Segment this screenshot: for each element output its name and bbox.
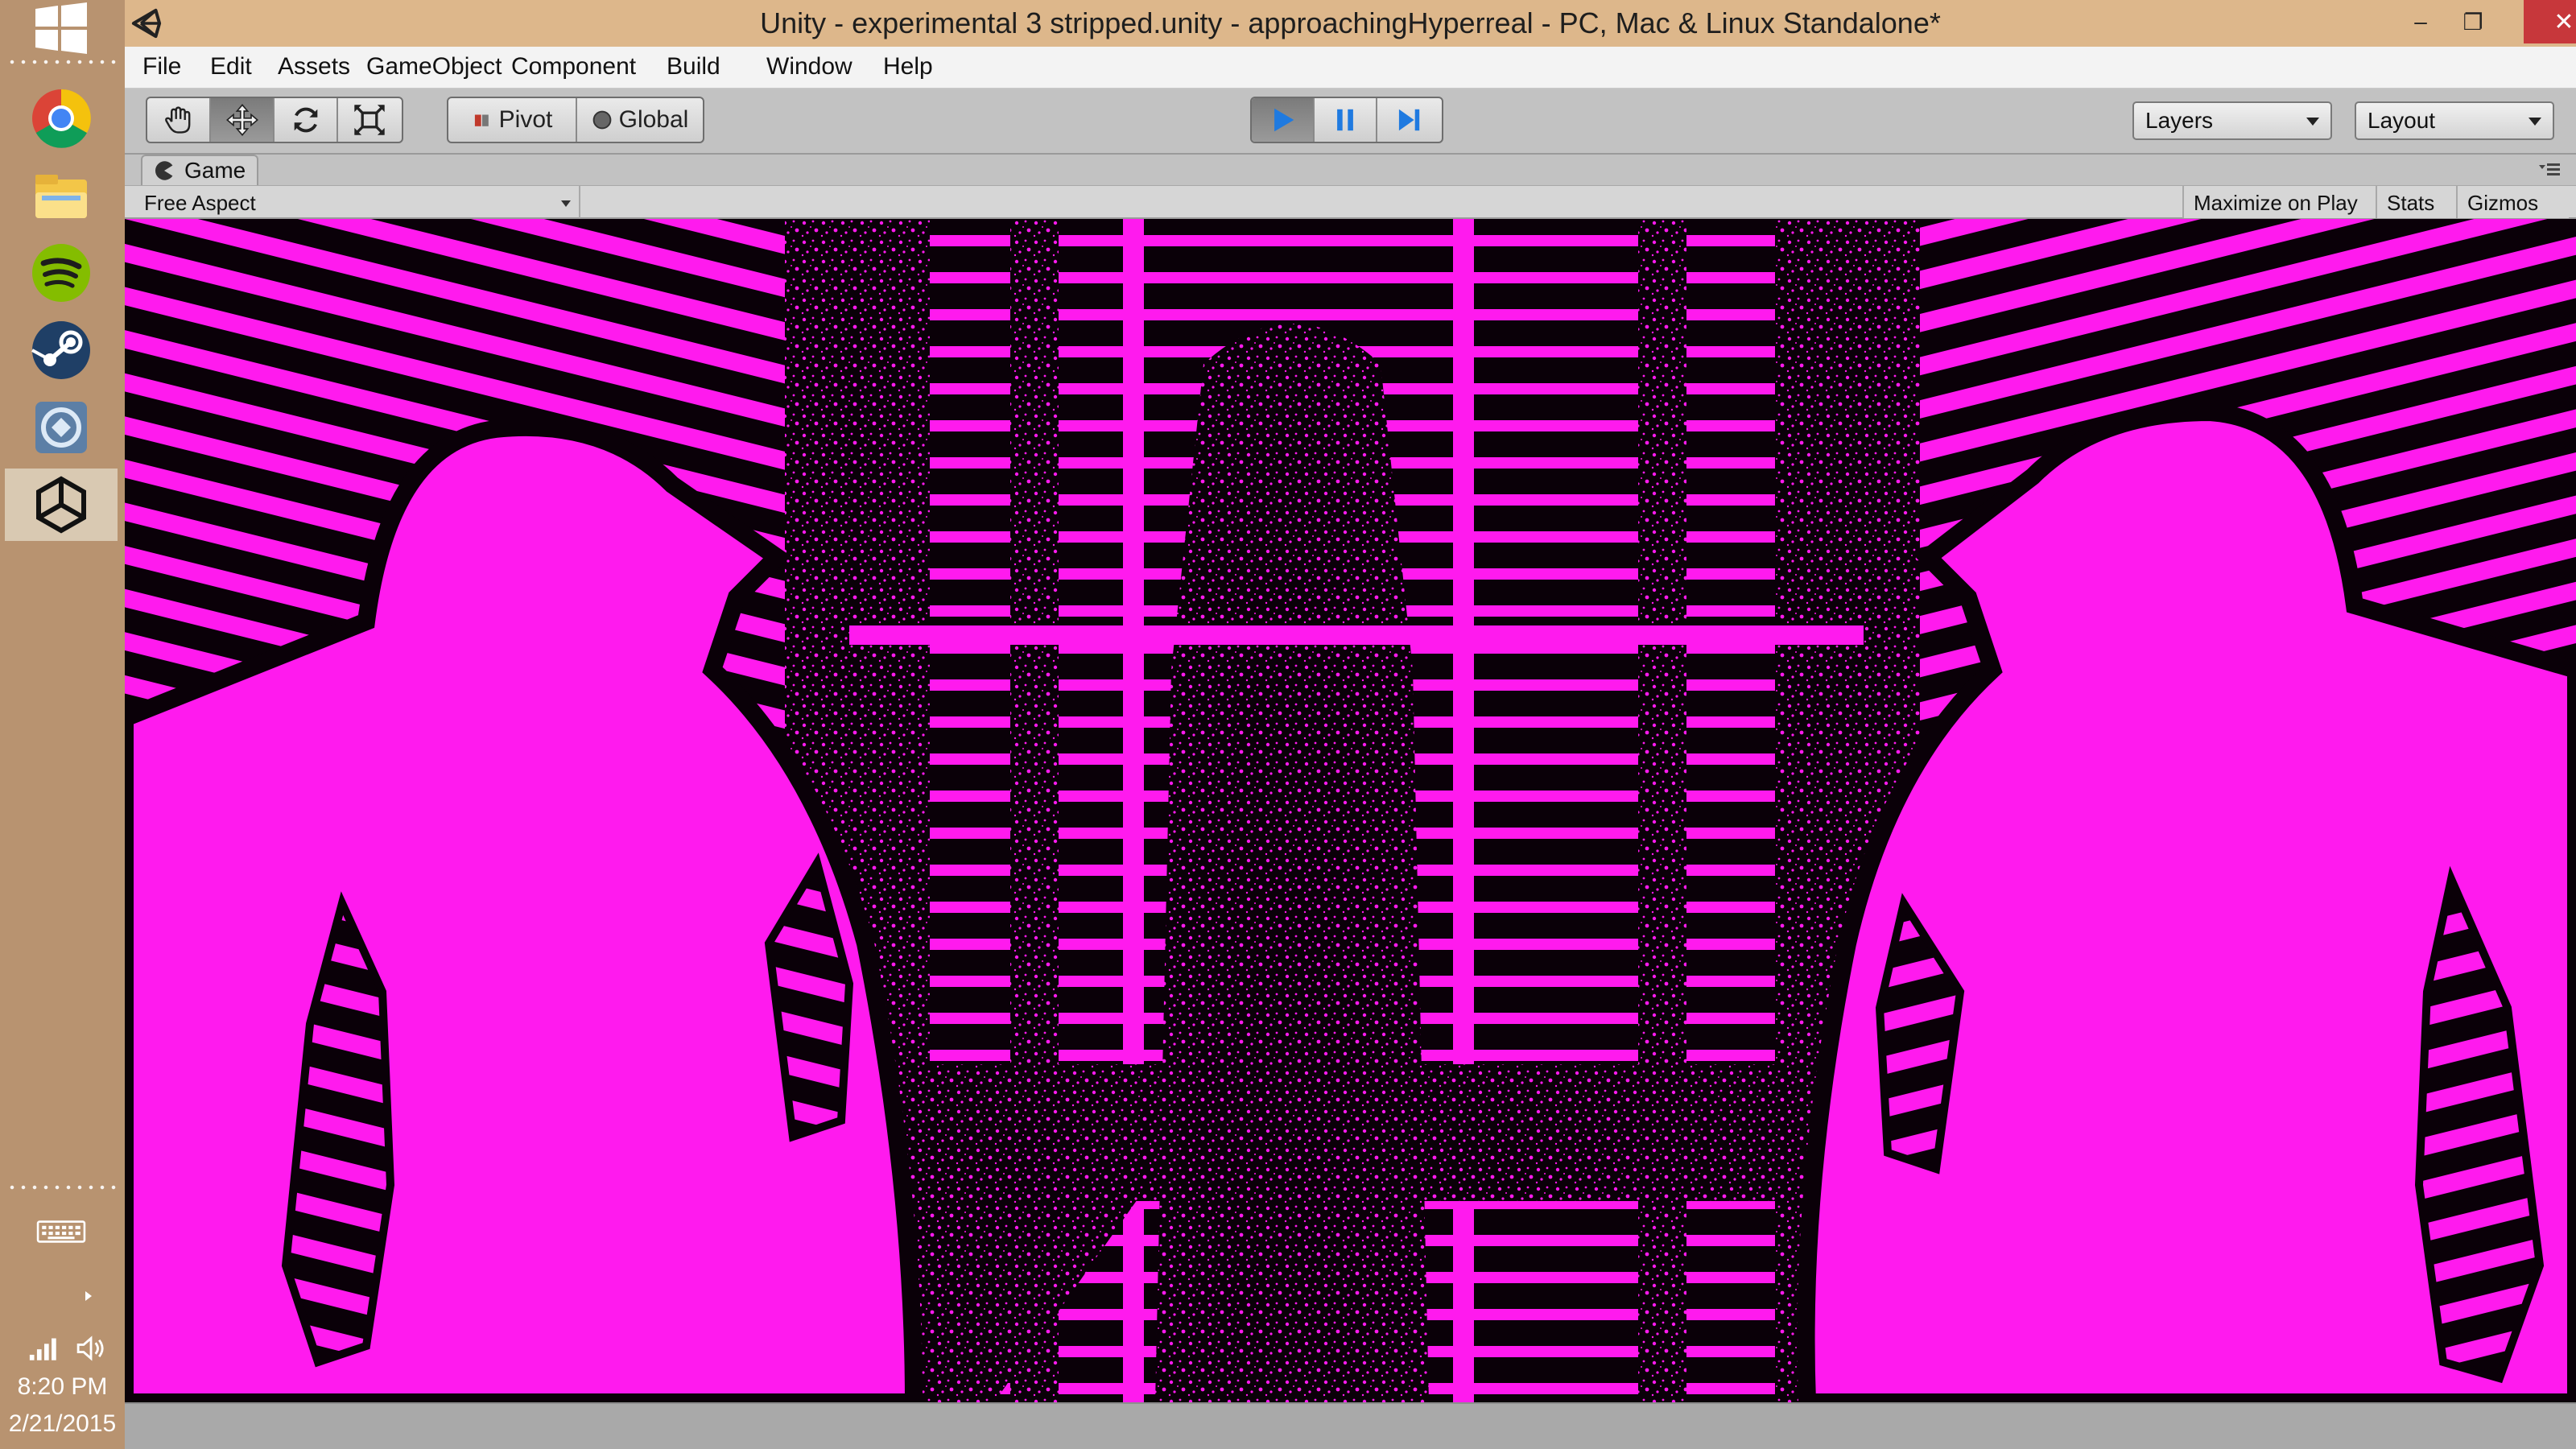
- game-panel-header: Game: [125, 155, 2576, 185]
- menu-gameobject[interactable]: GameObject: [358, 52, 510, 82]
- spotify-icon[interactable]: [5, 237, 118, 309]
- minimize-button[interactable]: –: [2395, 0, 2446, 43]
- window-titlebar[interactable]: Unity - experimental 3 stripped.unity - …: [125, 0, 2576, 47]
- chevron-down-icon: [2306, 118, 2319, 126]
- menu-window[interactable]: Window: [758, 52, 861, 82]
- aspect-label: Free Aspect: [144, 191, 256, 215]
- stats-toggle[interactable]: Stats: [2376, 186, 2456, 218]
- tab-game[interactable]: Game: [141, 155, 259, 185]
- pivot-toggle[interactable]: Pivot: [448, 98, 577, 142]
- menu-edit[interactable]: Edit: [202, 52, 260, 82]
- step-button[interactable]: [1377, 98, 1440, 142]
- menu-assets[interactable]: Assets: [270, 52, 358, 82]
- layers-dropdown[interactable]: Layers: [2132, 101, 2332, 140]
- menu-bar: File Edit Assets GameObject Component Bu…: [125, 47, 2576, 89]
- step-icon: [1398, 109, 1420, 131]
- pause-button[interactable]: [1315, 98, 1377, 142]
- rotate-tool-button[interactable]: [275, 98, 338, 142]
- layers-label: Layers: [2145, 108, 2214, 133]
- window-title: Unity - experimental 3 stripped.unity - …: [760, 6, 1941, 39]
- hand-icon: [164, 106, 190, 134]
- toolbar: Pivot Global Layers Layout: [125, 89, 2576, 155]
- volume-speaker-icon[interactable]: [68, 1324, 113, 1373]
- pivot-label: Pivot: [498, 106, 553, 133]
- game-controller-icon: [155, 161, 173, 180]
- globe-icon: [592, 110, 611, 130]
- taskbar-grip-bottom[interactable]: [6, 1183, 119, 1191]
- close-button[interactable]: ✕: [2524, 0, 2576, 43]
- play-button[interactable]: [1252, 98, 1315, 142]
- clock-date[interactable]: 2/21/2015: [0, 1410, 125, 1438]
- chevron-down-icon: [561, 200, 571, 207]
- game-viewport[interactable]: [125, 219, 2576, 1402]
- global-label: Global: [618, 106, 689, 133]
- handle-position-toggles: Pivot Global: [447, 97, 704, 143]
- clock-time[interactable]: 8:20 PM: [0, 1373, 125, 1401]
- aspect-dropdown[interactable]: Free Aspect: [133, 186, 580, 218]
- game-scene-render: [125, 219, 2576, 1402]
- transform-tools: [146, 97, 403, 143]
- restore-button[interactable]: ❐: [2447, 0, 2499, 43]
- scale-tool-button[interactable]: [338, 98, 402, 142]
- network-signal-icon[interactable]: [24, 1324, 64, 1373]
- play-icon: [1274, 108, 1294, 132]
- move-icon: [225, 104, 258, 136]
- rotate-icon: [294, 107, 317, 133]
- chevron-down-icon: [2529, 118, 2541, 126]
- keyboard-icon[interactable]: [5, 1208, 118, 1256]
- panel-menu-icon[interactable]: [2539, 161, 2560, 179]
- gizmos-dropdown[interactable]: Gizmos: [2456, 186, 2569, 218]
- taskbar-grip[interactable]: [6, 58, 119, 66]
- hand-tool-button[interactable]: [147, 98, 211, 142]
- remote-desktop-icon[interactable]: [5, 391, 118, 464]
- menu-component[interactable]: Component: [503, 52, 644, 82]
- layout-dropdown[interactable]: Layout: [2355, 101, 2554, 140]
- menu-file[interactable]: File: [134, 52, 189, 82]
- chrome-icon[interactable]: [5, 82, 118, 155]
- global-toggle[interactable]: Global: [577, 98, 703, 142]
- show-hidden-icons-arrow-icon[interactable]: [64, 1272, 113, 1320]
- game-view-options-bar: Free Aspect Maximize on Play Stats Gizmo…: [125, 185, 2576, 219]
- play-controls: [1250, 97, 1443, 143]
- layout-label: Layout: [2368, 108, 2436, 133]
- scale-icon: [354, 105, 386, 135]
- maximize-on-play-toggle[interactable]: Maximize on Play: [2182, 186, 2376, 218]
- status-bar: [125, 1402, 2576, 1449]
- gizmos-label: Gizmos: [2467, 191, 2539, 215]
- game-tab-label: Game: [184, 158, 246, 183]
- menu-help[interactable]: Help: [875, 52, 941, 82]
- start-windows-icon[interactable]: [5, 0, 118, 56]
- move-tool-button[interactable]: [211, 98, 275, 142]
- pivot-icon: [474, 114, 489, 126]
- steam-icon[interactable]: [5, 314, 118, 386]
- pause-icon: [1337, 109, 1353, 131]
- file-explorer-icon[interactable]: [5, 159, 118, 232]
- taskbar: 8:20 PM 2/21/2015: [0, 0, 125, 1449]
- menu-build[interactable]: Build: [658, 52, 729, 82]
- unity-icon[interactable]: [5, 469, 118, 541]
- desktop: 8:20 PM 2/21/2015 Unity - experimental 3…: [0, 0, 2576, 1449]
